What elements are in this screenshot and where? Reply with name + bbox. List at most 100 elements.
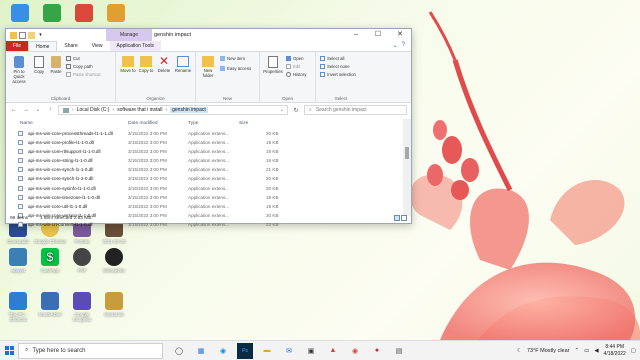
table-row[interactable]: api-ms-win-core-util-l1-1-0.dll 3/15/2022… [14, 202, 399, 211]
large-icons-view-icon[interactable] [401, 215, 407, 221]
desktop-icon[interactable]: Medal.lnk [98, 292, 130, 317]
invert-selection-button[interactable]: Invert selection [320, 72, 356, 77]
manage-tab[interactable]: Manage [106, 29, 152, 41]
move-to-button[interactable]: Move to [120, 56, 136, 73]
breadcrumb-segment[interactable]: Local Disk (C:) [77, 107, 110, 113]
network-icon[interactable]: ▭ [584, 348, 589, 354]
table-row[interactable]: api-ms-win-core-timezone-l1-1-0.dll 3/15/… [14, 193, 399, 202]
chrome-icon[interactable]: ◉ [347, 343, 363, 359]
dll-file-icon [18, 140, 23, 146]
open-button[interactable]: Open [286, 56, 304, 61]
clock[interactable]: 8:44 PM 4/18/2022 [604, 344, 626, 358]
table-row[interactable]: api-ms-win-core-rtlsupport-l1-1-0.dll 3/1… [14, 147, 399, 156]
new-folder-button[interactable]: New folder [198, 56, 218, 78]
minimize-button[interactable]: – [345, 29, 367, 41]
scrollbar-thumb[interactable] [405, 147, 409, 159]
history-button[interactable]: History [286, 72, 306, 77]
select-all-button[interactable]: Select all [320, 56, 344, 61]
up-arrow-icon[interactable]: ↑ [46, 107, 54, 113]
close-button[interactable]: ✕ [389, 29, 411, 41]
navigation-pane[interactable] [6, 119, 12, 216]
recent-locations-chevron-icon[interactable]: ⌄ [34, 107, 42, 113]
breadcrumb-segment[interactable]: software that i install [117, 107, 162, 113]
app-icon[interactable]: ▲ [325, 343, 341, 359]
copy-button[interactable]: Copy [32, 56, 46, 74]
help-icon[interactable]: ? [402, 42, 405, 49]
desktop-icon[interactable] [68, 4, 100, 24]
paste-button[interactable]: Paste [48, 56, 64, 74]
desktop-icon[interactable]: Google Incognito [66, 292, 98, 322]
copy-path-button[interactable]: Copy path [66, 64, 93, 69]
table-row[interactable]: api-ms-win-core-sysinfo-l1-1-0.dll 3/15/2… [14, 184, 399, 193]
tab-share[interactable]: Share [57, 41, 84, 51]
search-icon: ⌕ [25, 347, 29, 353]
copy-to-button[interactable]: Copy to [138, 56, 154, 73]
table-row[interactable]: api-ms-win-core-profile-l1-1-0.dll 3/15/2… [14, 138, 399, 147]
search-input[interactable]: ⌕ Search genshin impact [304, 105, 407, 115]
paste-shortcut-button[interactable]: Paste shortcut [66, 72, 100, 77]
widgets-icon[interactable]: ▦ [193, 343, 209, 359]
desktop-icon[interactable]: Wikrawhite [98, 248, 130, 273]
desktop-icon[interactable]: This PC - Shortcut [2, 292, 34, 322]
column-name[interactable]: Name [20, 121, 33, 126]
weather-icon[interactable]: ☾ [517, 348, 522, 354]
pin-quick-access-button[interactable]: Pin to Quick access [8, 56, 30, 84]
explorer-icon[interactable]: ▬ [259, 343, 275, 359]
task-view-icon[interactable]: ◯ [171, 343, 187, 359]
view-buttons [394, 215, 407, 221]
edit-button[interactable]: Edit [286, 64, 300, 69]
new-folder-icon[interactable] [28, 31, 35, 39]
refresh-icon[interactable]: ↻ [292, 107, 300, 114]
desktop-icon[interactable]: $ CashApp [34, 248, 66, 273]
desktop-icon[interactable]: FNF [66, 248, 98, 273]
properties-icon[interactable] [19, 31, 26, 39]
table-row[interactable]: api-ms-win-core-string-l1-1-0.dll 3/15/20… [14, 156, 399, 165]
chevron-down-icon[interactable]: ⌄ [280, 107, 284, 113]
rename-button[interactable]: Rename [174, 56, 192, 73]
table-row[interactable]: api-ms-win-core-synch-l1-2-0.dll 3/15/202… [14, 174, 399, 183]
easy-access-button[interactable]: Easy access [220, 66, 251, 71]
chevron-up-icon[interactable]: ⌃ [575, 348, 580, 354]
notifications-icon[interactable]: ▢ [631, 348, 636, 354]
delete-button[interactable]: ✕ Delete [156, 55, 172, 73]
start-button[interactable] [0, 341, 18, 360]
desktop-icon[interactable]: wpsyst [2, 248, 34, 273]
volume-icon[interactable]: ◀ [594, 348, 598, 354]
edge-icon[interactable]: ◉ [215, 343, 231, 359]
mail-icon[interactable]: ✉ [281, 343, 297, 359]
address-bar[interactable]: › Local Disk (C:) › software that i inst… [58, 105, 288, 115]
column-date-modified[interactable]: Date modified [128, 121, 158, 126]
new-item-button[interactable]: New item [220, 56, 245, 61]
tab-application-tools[interactable]: Application Tools [109, 41, 161, 51]
chevron-down-icon[interactable]: ⌄ [393, 42, 398, 49]
photoshop-icon[interactable]: Ps [237, 342, 253, 359]
table-row[interactable]: api-ms-win-core-synch-l1-1-0.dll 3/15/202… [14, 165, 399, 174]
app-icon[interactable]: ▤ [391, 343, 407, 359]
store-icon[interactable]: ▣ [303, 343, 319, 359]
vertical-scrollbar[interactable] [403, 119, 411, 216]
breadcrumb-current[interactable]: genshin impact [170, 107, 208, 113]
back-arrow-icon[interactable]: ← [10, 107, 18, 113]
app-icon[interactable]: ● [369, 343, 385, 359]
maximize-button[interactable]: ☐ [367, 29, 389, 41]
column-type[interactable]: Type [188, 121, 198, 126]
details-view-icon[interactable] [394, 215, 400, 221]
file-type: Application extens... [188, 149, 230, 155]
desktop-icon[interactable] [4, 4, 36, 24]
chevron-down-icon[interactable]: ▾ [37, 32, 44, 39]
desktop-icon[interactable]: bnetNADiel [34, 292, 66, 317]
weather-text[interactable]: 73°F Mostly clear [527, 348, 570, 354]
column-size[interactable]: Size [239, 121, 248, 126]
desktop-icon[interactable] [36, 4, 68, 24]
table-row[interactable]: api-ms-win-core-processthreads-l1-1-1.dl… [14, 129, 399, 138]
taskbar-search-input[interactable]: ⌕ Type here to search [18, 342, 163, 359]
forward-arrow-icon[interactable]: → [22, 107, 30, 113]
tab-home[interactable]: Home [28, 40, 58, 52]
desktop-icon[interactable] [100, 4, 132, 24]
cut-button[interactable]: Cut [66, 56, 80, 61]
tab-view[interactable]: View [85, 41, 110, 51]
properties-button[interactable]: Properties [262, 56, 284, 74]
file-size: 20 KB [266, 176, 279, 182]
select-none-button[interactable]: Select none [320, 64, 350, 69]
tab-file[interactable]: File [6, 41, 29, 51]
